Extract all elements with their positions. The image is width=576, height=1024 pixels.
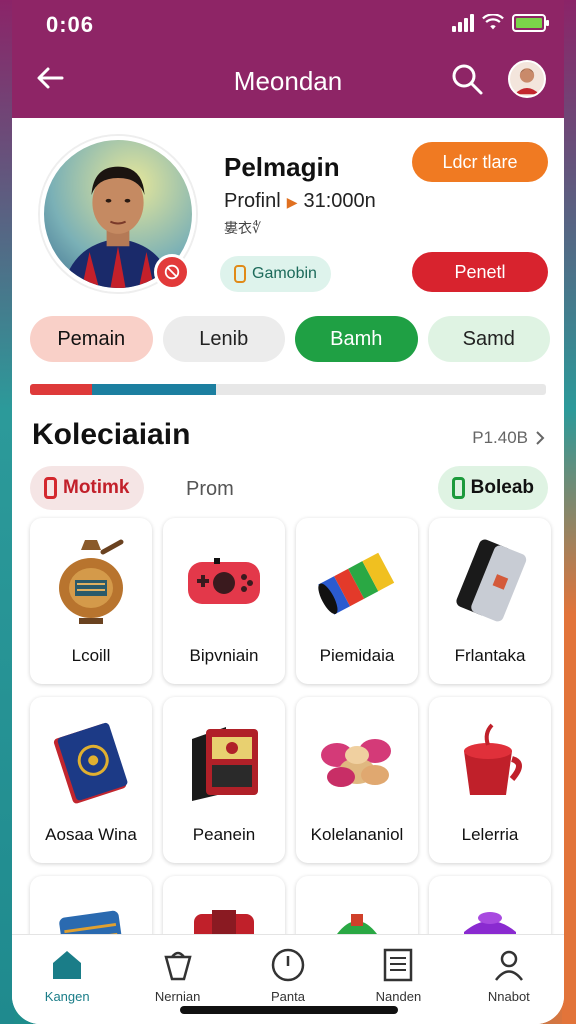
progress-fill-teal (91, 384, 216, 395)
tab-pemain[interactable]: Pemain (30, 316, 153, 362)
game-controller-icon (188, 558, 260, 604)
tab-lenib[interactable]: Lenib (162, 316, 285, 362)
filter-right-label: Boleab (470, 477, 534, 498)
collection-item-label: Peanein (192, 825, 256, 844)
nav-label: Nnabot (487, 989, 530, 1004)
collection-card[interactable]: Bipvniain (163, 518, 285, 684)
red-wallet-icon (192, 727, 258, 801)
colorful-tube-icon (318, 552, 395, 615)
tab-bamh[interactable]: Bamh (295, 316, 418, 362)
blue-book-icon (53, 722, 128, 804)
app-header: 0:06 Meondan (12, 0, 564, 118)
collection-card[interactable]: Frlantaka (429, 518, 551, 684)
nav-label: Nernian (154, 989, 201, 1004)
filter-left-label: Motimk (63, 477, 130, 498)
chevron-right-icon (536, 431, 545, 445)
tab-samd[interactable]: Samd (427, 316, 550, 362)
collection-card[interactable]: Lcoill (30, 518, 152, 684)
profile-subtitle: 婁衣∜ (224, 220, 261, 236)
wifi-icon (482, 14, 504, 30)
red-cup-icon (464, 723, 522, 795)
home-icon (53, 951, 82, 979)
bronze-pot-icon (59, 539, 124, 624)
phone-case-icon (456, 539, 527, 622)
nav-item-home[interactable]: Kangen (12, 935, 122, 1024)
coin-icon (451, 477, 465, 499)
triangle-icon: ▶ (286, 194, 298, 210)
collection-item-label: Kolelananiol (310, 825, 404, 844)
battery-icon (512, 14, 549, 32)
filter-chip-left[interactable]: Motimk (30, 466, 144, 510)
app-screen: 0:06 Meondan Pelmagin Profinl ▶ 31:000n … (12, 0, 564, 1024)
collection-card[interactable]: Kolelananiol (296, 697, 418, 863)
coin-chip-label: Gamobin (252, 265, 317, 282)
collection-item-label: Bipvniain (189, 646, 259, 665)
search-icon[interactable] (450, 62, 484, 96)
profile-stat-value: 31:000n (303, 190, 376, 212)
clock-icon (271, 948, 305, 982)
status-icons (452, 14, 549, 32)
collection-item-label: Frlantaka (454, 646, 526, 665)
collection-card[interactable]: Piemidaia (296, 518, 418, 684)
section-title: Koleciaiain (32, 418, 191, 451)
collection-item-label: Aosaa Wina (45, 825, 137, 844)
profile-name: Pelmagin (224, 152, 340, 182)
document-icon (384, 948, 413, 982)
status-time: 0:06 (46, 12, 95, 37)
nav-label: Panta (271, 989, 305, 1004)
progress-fill-red (30, 384, 92, 395)
progress-bar (30, 384, 546, 395)
user-avatar[interactable] (508, 60, 546, 98)
collection-card[interactable]: Lelerria (429, 697, 551, 863)
collection-item-label: Lcoill (71, 646, 111, 665)
profile-stat: Profinl ▶ 31:000n (224, 190, 376, 213)
profile-stat-label: Profinl (224, 190, 281, 212)
bottom-navigation: Kangen Nernian Panta Nanden Nnabot (12, 934, 564, 1024)
nav-label: Kangen (44, 989, 90, 1004)
collection-card[interactable]: Aosaa Wina (30, 697, 152, 863)
nav-label: Nanden (375, 989, 422, 1004)
background-edge-right (562, 0, 576, 1024)
coin-chip[interactable]: Gamobin (220, 256, 331, 292)
secondary-action-button[interactable]: Penetl (412, 252, 548, 292)
section-link-label: P1.40B (472, 428, 528, 447)
home-indicator (180, 1006, 398, 1014)
filter-middle[interactable]: Prom (186, 478, 234, 501)
collection-item-label: Lelerria (461, 825, 519, 844)
section-see-all-link[interactable]: P1.40B (472, 428, 546, 448)
shopping-bag-icon (163, 951, 192, 981)
tab-bar: Pemain Lenib Bamh Samd (30, 316, 550, 362)
coin-icon (234, 265, 246, 283)
collection-card[interactable]: Peanein (163, 697, 285, 863)
filter-chip-right[interactable]: Boleab (437, 466, 548, 510)
nav-item-profile[interactable]: Nnabot (454, 935, 564, 1024)
pink-snack-icon (321, 739, 391, 787)
person-icon (494, 950, 523, 981)
primary-action-button[interactable]: Ldcr tlare (412, 142, 548, 182)
verified-badge-icon (154, 254, 190, 290)
coin-icon (44, 477, 57, 499)
signal-icon (452, 14, 474, 32)
collection-item-label: Piemidaia (319, 646, 395, 665)
